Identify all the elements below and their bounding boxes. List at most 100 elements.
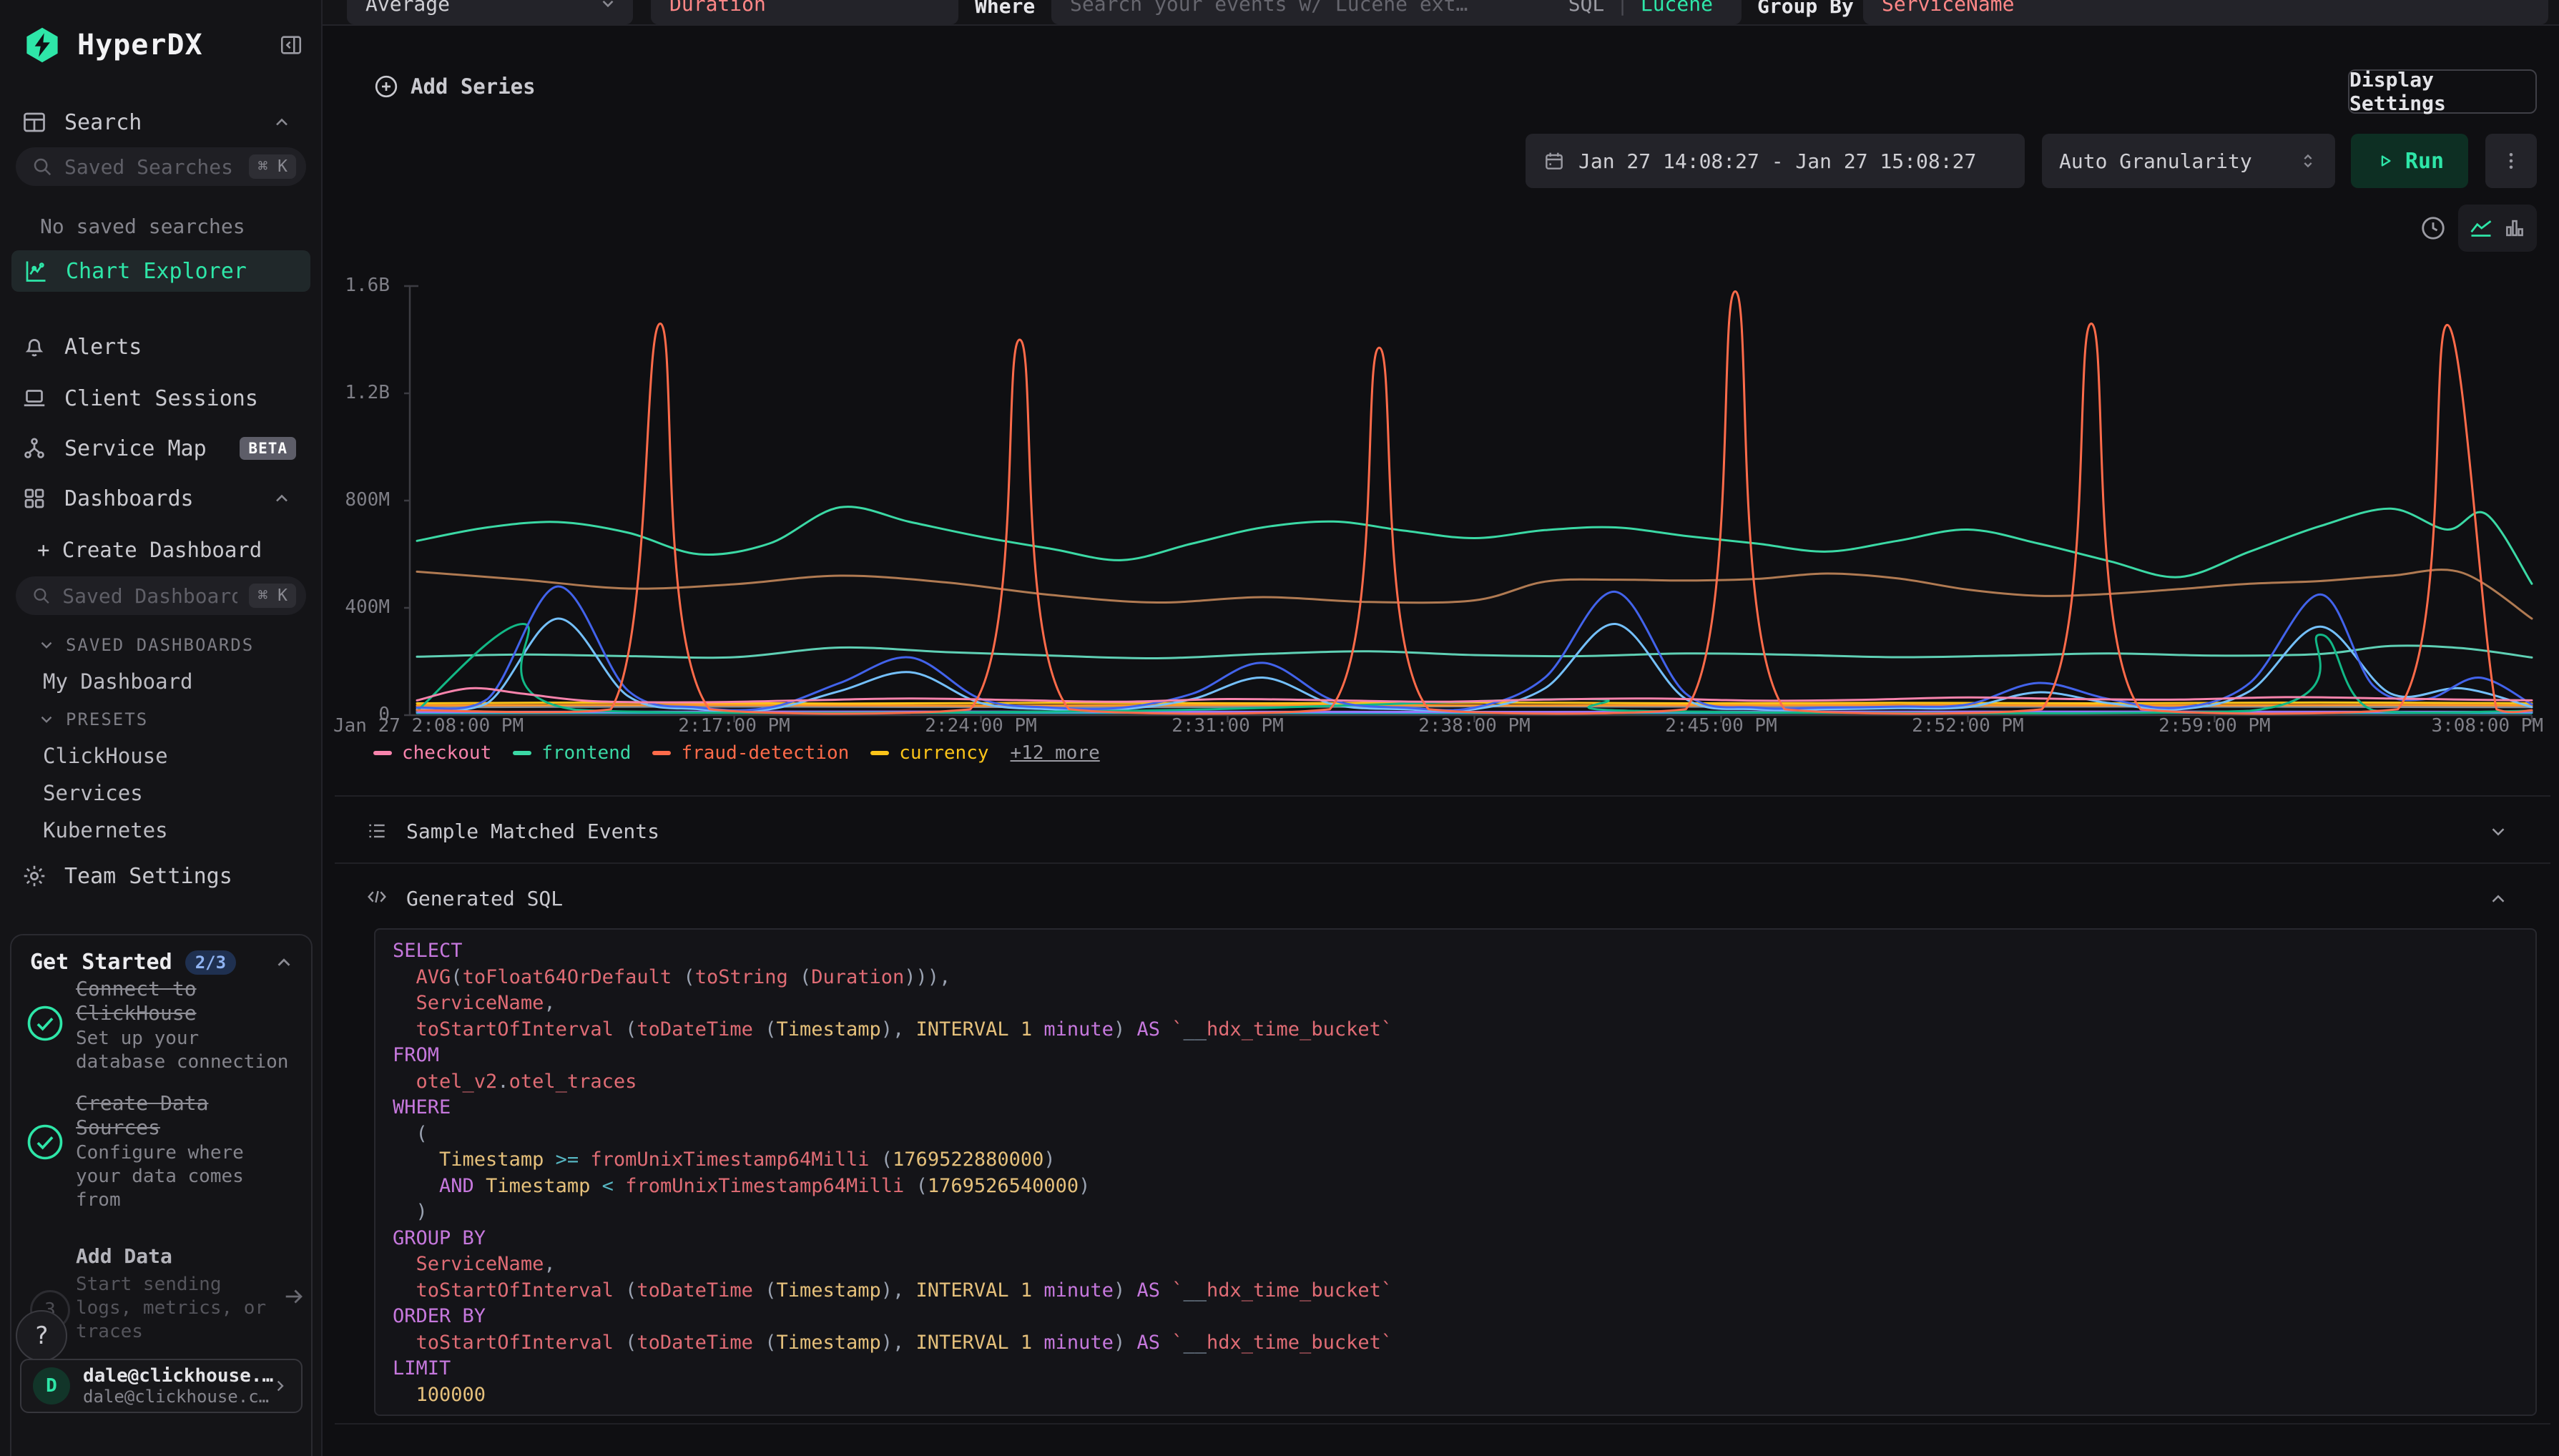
user-menu[interactable]: D dale@clickhouse.… dale@clickhouse.c… — [20, 1359, 303, 1413]
saved-dashboards-group[interactable]: SAVED DASHBOARDS — [37, 635, 254, 655]
step-title[interactable]: Create Data Sources — [76, 1091, 298, 1140]
group-header-label: SAVED DASHBOARDS — [66, 635, 254, 655]
step-title[interactable]: Add Data — [76, 1244, 298, 1269]
step-desc: Start sending logs, metrics, or traces — [76, 1273, 298, 1344]
generated-sql-header[interactable]: Generated SQL — [406, 887, 563, 910]
display-settings-button[interactable]: Display Settings — [2348, 69, 2537, 114]
series-svc-brown — [417, 570, 2532, 619]
check-circle-icon — [26, 1123, 64, 1161]
sql-toggle[interactable]: SQL — [1568, 0, 1605, 16]
step-desc: Configure where your data comes from — [76, 1141, 298, 1212]
group-by-input[interactable]: ServiceName — [1863, 0, 2548, 24]
chevron-down-icon — [599, 0, 617, 13]
bar-chart-icon[interactable] — [2502, 216, 2527, 240]
search-icon — [31, 156, 53, 177]
query-toolbar: Average Duration Where Search your event… — [323, 0, 2559, 26]
sidebar-item-my-dashboard[interactable]: My Dashboard — [43, 669, 193, 694]
service-map-icon — [21, 436, 47, 461]
chevron-up-icon[interactable] — [272, 112, 292, 132]
sidebar-item-clickhouse[interactable]: ClickHouse — [43, 744, 168, 768]
gear-icon — [21, 863, 47, 889]
plus-circle-icon — [373, 74, 399, 99]
sql-line: ( — [393, 1121, 2535, 1148]
chevron-right-icon — [271, 1376, 290, 1396]
line-chart-icon[interactable] — [2468, 215, 2494, 241]
legend-item[interactable]: frontend — [513, 742, 631, 764]
sql-line: WHERE — [393, 1095, 2535, 1121]
legend-item[interactable]: fraud-detection — [652, 742, 849, 764]
aggregation-select[interactable]: Average — [347, 0, 633, 24]
dashboards-icon — [21, 486, 47, 511]
more-options-button[interactable] — [2485, 134, 2537, 188]
presets-group[interactable]: PRESETS — [37, 709, 148, 729]
sql-line: toStartOfInterval (toDateTime (Timestamp… — [393, 1330, 2535, 1357]
sidebar-item-team-settings[interactable]: Team Settings — [21, 858, 302, 894]
brand[interactable]: HyperDX — [23, 26, 203, 64]
list-icon — [365, 820, 388, 842]
sidebar-item-kubernetes[interactable]: Kubernetes — [43, 818, 168, 842]
saved-searches-placeholder: Saved Searches — [64, 155, 237, 179]
help-button[interactable]: ? — [16, 1310, 67, 1362]
run-button[interactable]: Run — [2351, 134, 2468, 188]
x-tick-label: 2:45:00 PM — [1665, 715, 1777, 737]
legend-swatch — [652, 751, 671, 755]
section-divider — [335, 862, 2550, 864]
granularity-select[interactable]: Auto Granularity — [2042, 134, 2335, 188]
chevron-up-icon[interactable] — [2487, 888, 2509, 910]
group-by-value: ServiceName — [1882, 0, 2014, 16]
create-dashboard-button[interactable]: + Create Dashboard — [37, 538, 262, 562]
date-range-picker[interactable]: Jan 27 14:08:27 - Jan 27 15:08:27 — [1526, 134, 2025, 188]
step-desc: Set up your database connection — [76, 1027, 298, 1074]
section-divider — [335, 795, 2550, 797]
step-title[interactable]: Connect to ClickHouse — [76, 977, 298, 1025]
sidebar-item-client-sessions[interactable]: Client Sessions — [21, 380, 302, 416]
sidebar-item-alerts[interactable]: Alerts — [21, 329, 302, 365]
chevron-up-icon[interactable] — [273, 952, 295, 973]
sample-matched-events-header[interactable]: Sample Matched Events — [406, 820, 659, 843]
group-header-label: PRESETS — [66, 709, 148, 729]
search-input[interactable]: Search your events w/ Lucene ext… SQL | … — [1051, 0, 1742, 24]
hyperdx-logo-icon — [23, 26, 62, 64]
sidebar-item-label: Team Settings — [64, 864, 232, 889]
chevron-up-icon[interactable] — [272, 488, 292, 508]
group-by-label: Group By — [1757, 0, 1854, 18]
clock-icon[interactable] — [2420, 215, 2447, 242]
x-tick-label: 2:24:00 PM — [925, 715, 1037, 737]
sql-line: ORDER BY — [393, 1304, 2535, 1330]
sidebar-item-services[interactable]: Services — [43, 781, 143, 805]
legend-item[interactable]: checkout — [373, 742, 491, 764]
timeseries-chart[interactable] — [403, 279, 2546, 724]
generated-sql-code[interactable]: SELECT AVG(toFloat64OrDefault (toString … — [374, 928, 2537, 1416]
add-series-button[interactable]: Add Series — [373, 74, 536, 99]
collapse-sidebar-icon[interactable] — [279, 33, 303, 57]
x-tick-label: 3:08:00 PM — [2431, 715, 2543, 737]
chevron-down-icon — [37, 710, 56, 729]
shortcut-badge: ⌘ K — [249, 584, 296, 608]
arrow-right-icon[interactable] — [282, 1284, 306, 1309]
sidebar-item-search[interactable]: Search — [21, 104, 302, 140]
chevron-down-icon[interactable] — [2487, 821, 2509, 842]
lucene-toggle[interactable]: Lucene — [1641, 0, 1713, 16]
saved-searches-input[interactable]: Saved Searches ⌘ K — [16, 147, 306, 186]
x-tick-label: Jan 27 2:08:00 PM — [333, 715, 524, 737]
saved-dashboards-input[interactable]: Saved Dashboards ⌘ K — [16, 576, 306, 615]
query-language-toggle[interactable]: SQL | Lucene — [1568, 0, 1713, 16]
saved-dashboards-placeholder: Saved Dashboards — [62, 584, 237, 608]
get-started-header[interactable]: Get Started 2/3 — [30, 950, 295, 975]
sidebar-item-chart-explorer[interactable]: Chart Explorer — [11, 250, 310, 292]
sql-line: 100000 — [393, 1382, 2535, 1409]
code-icon — [365, 885, 388, 908]
kebab-menu-icon — [2500, 150, 2522, 172]
sql-line: ServiceName, — [393, 990, 2535, 1017]
chart-type-toggle — [2458, 205, 2537, 252]
user-email: dale@clickhouse.c… — [83, 1387, 275, 1407]
legend-more-link[interactable]: +12 more — [1011, 742, 1100, 764]
sql-line: toStartOfInterval (toDateTime (Timestamp… — [393, 1017, 2535, 1043]
sidebar-item-service-map[interactable]: Service Map BETA — [21, 431, 302, 466]
field-input[interactable]: Duration — [651, 0, 958, 24]
legend-item[interactable]: currency — [870, 742, 988, 764]
chevron-down-icon — [37, 636, 56, 654]
series-frontend — [417, 507, 2532, 584]
sidebar-item-dashboards[interactable]: Dashboards — [21, 481, 302, 516]
x-tick-label: 2:38:00 PM — [1418, 715, 1531, 737]
